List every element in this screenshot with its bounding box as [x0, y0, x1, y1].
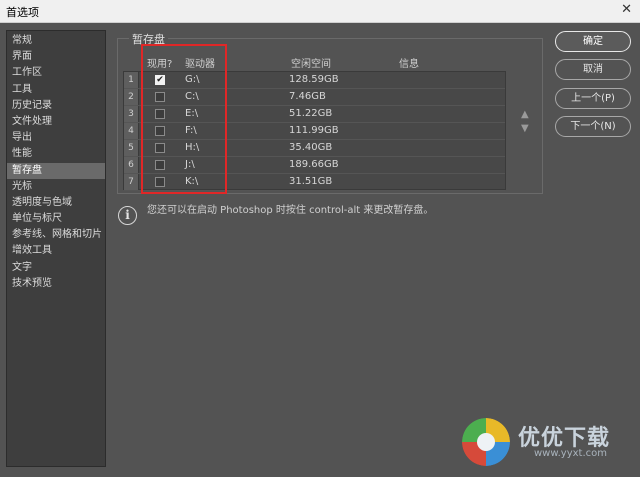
free-space: 31.51GB — [289, 176, 333, 187]
free-space: 128.59GB — [289, 74, 339, 85]
sidebar-item[interactable]: 光标 — [7, 179, 105, 195]
sidebar-item[interactable]: 常规 — [7, 33, 105, 49]
watermark-logo — [462, 418, 510, 466]
next-button[interactable]: 下一个(N) — [555, 116, 631, 137]
active-checkbox[interactable] — [155, 160, 165, 170]
header-info: 信息 — [399, 59, 419, 70]
watermark-url: www.yyxt.com — [534, 448, 608, 459]
prev-button[interactable]: 上一个(P) — [555, 88, 631, 109]
drive-letter: J:\ — [185, 159, 195, 170]
drive-letter: H:\ — [185, 142, 200, 153]
row-number: 5 — [124, 140, 139, 156]
free-space: 35.40GB — [289, 142, 333, 153]
group-title: 暂存盘 — [129, 31, 168, 47]
info-icon: i — [118, 206, 137, 225]
table-row[interactable]: 3 E:\ 51.22GB — [124, 106, 505, 123]
active-checkbox[interactable] — [155, 143, 165, 153]
row-number: 4 — [124, 123, 139, 139]
sidebar-item[interactable]: 性能 — [7, 146, 105, 162]
preferences-sidebar: 常规 界面 工作区 工具 历史记录 文件处理 导出 性能 暂存盘 光标 透明度与色域 单位与标尺 参考线… — [6, 30, 106, 467]
reorder-arrows: ▲ ▼ — [521, 108, 529, 136]
sidebar-item[interactable]: 历史记录 — [7, 98, 105, 114]
watermark: 优优下载 www.yyxt.com — [462, 418, 632, 466]
table-row[interactable]: 1 ✔ G:\ 128.59GB — [124, 72, 505, 89]
active-checkbox[interactable] — [155, 126, 165, 136]
row-number: 6 — [124, 157, 139, 173]
sidebar-item[interactable]: 工作区 — [7, 65, 105, 81]
row-number: 7 — [124, 174, 139, 190]
drive-letter: G:\ — [185, 74, 200, 85]
move-down-icon[interactable]: ▼ — [521, 122, 529, 136]
close-icon[interactable]: ✕ — [621, 2, 632, 17]
free-space: 7.46GB — [289, 91, 326, 102]
scratch-disk-table: 1 ✔ G:\ 128.59GB 2 C:\ 7.46GB 3 E:\ 51.22GB 4 F:\ 11… — [123, 71, 506, 191]
sidebar-item[interactable]: 透明度与色域 — [7, 195, 105, 211]
free-space: 51.22GB — [289, 108, 333, 119]
active-checkbox[interactable] — [155, 177, 165, 187]
title-bar: 首选项 ✕ — [0, 0, 640, 23]
row-number: 1 — [124, 72, 139, 88]
row-number: 2 — [124, 89, 139, 105]
window-title: 首选项 — [6, 6, 39, 19]
table-row[interactable]: 4 F:\ 111.99GB — [124, 123, 505, 140]
table-row[interactable]: 6 J:\ 189.66GB — [124, 157, 505, 174]
table-row[interactable]: 7 K:\ 31.51GB — [124, 174, 505, 191]
sidebar-item[interactable]: 增效工具 — [7, 243, 105, 259]
free-space: 111.99GB — [289, 125, 339, 136]
sidebar-item[interactable]: 导出 — [7, 130, 105, 146]
header-active: 现用? — [147, 59, 173, 70]
sidebar-item[interactable]: 参考线、网格和切片 — [7, 227, 105, 243]
free-space: 189.66GB — [289, 159, 339, 170]
move-up-icon[interactable]: ▲ — [521, 108, 529, 122]
drive-letter: C:\ — [185, 91, 199, 102]
drive-letter: E:\ — [185, 108, 199, 119]
active-checkbox[interactable] — [155, 92, 165, 102]
sidebar-item[interactable]: 文字 — [7, 260, 105, 276]
sidebar-item[interactable]: 单位与标尺 — [7, 211, 105, 227]
cancel-button[interactable]: 取消 — [555, 59, 631, 80]
active-checkbox[interactable] — [155, 109, 165, 119]
header-free-space: 空闲空间 — [291, 59, 331, 70]
info-text: 您还可以在启动 Photoshop 时按住 control-alt 来更改暂存盘… — [147, 205, 434, 216]
drive-letter: F:\ — [185, 125, 197, 136]
sidebar-item[interactable]: 技术预览 — [7, 276, 105, 292]
sidebar-item[interactable]: 暂存盘 — [7, 162, 105, 179]
active-checkbox[interactable]: ✔ — [155, 75, 165, 85]
ok-button[interactable]: 确定 — [555, 31, 631, 52]
sidebar-item[interactable]: 界面 — [7, 49, 105, 65]
drive-letter: K:\ — [185, 176, 199, 187]
table-row[interactable]: 5 H:\ 35.40GB — [124, 140, 505, 157]
table-row[interactable]: 2 C:\ 7.46GB — [124, 89, 505, 106]
sidebar-item[interactable]: 文件处理 — [7, 114, 105, 130]
header-drive: 驱动器 — [185, 59, 215, 70]
sidebar-item[interactable]: 工具 — [7, 82, 105, 98]
row-number: 3 — [124, 106, 139, 122]
